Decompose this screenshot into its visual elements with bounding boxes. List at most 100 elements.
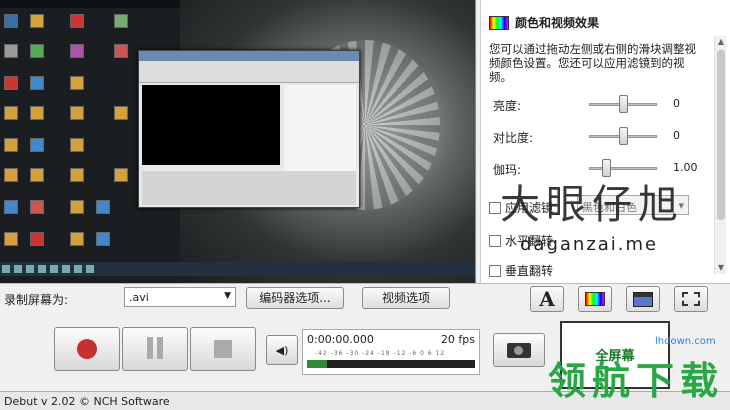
text-overlay-button[interactable]: A [530,286,564,312]
gamma-slider[interactable] [602,159,611,177]
status-bar-text: Debut v 2.02 © NCH Software [4,395,170,408]
flip-vertical-row[interactable]: 垂直翻转 [489,262,553,279]
filter-select[interactable]: 黑色和白色 ▾ [577,195,689,215]
flip-horizontal-row[interactable]: 水平翻转 [489,232,553,249]
desktop-icon [70,168,84,182]
color-effects-icon [489,15,509,30]
nested-toolbar [139,61,359,83]
fullscreen-button[interactable]: 全屏幕 [560,321,670,389]
color-effects-icon [585,292,605,306]
effects-title: 颜色和视频效果 [515,16,600,30]
apply-filter-row[interactable]: 应用滤镜 [489,199,553,216]
desktop-icon [70,14,84,28]
speaker-icon: ◀) [275,343,289,357]
recording-controls: ◀) 0:00:00.000 20 fps -42 -36 -30 -24 -1… [0,313,730,391]
stop-icon [214,340,232,358]
brightness-slider[interactable] [619,95,628,113]
meter-scale: -42 -36 -30 -24 -18 -12 -6 0 6 12 [315,350,446,357]
effects-scrollbar[interactable]: ▲ ▼ [714,36,726,274]
desktop-icon [96,232,110,246]
desktop-icon [30,14,44,28]
desktop-icon [30,106,44,120]
record-button[interactable] [54,327,120,371]
snapshot-button[interactable] [493,333,545,367]
effects-panel: 颜色和视频效果 您可以通过拖动左侧或右侧的滑块调整视频颜色设置。您还可以应用滤镜… [480,0,730,283]
pause-button[interactable] [122,327,188,371]
flip-horizontal-checkbox[interactable] [489,234,501,247]
chevron-down-icon: ▾ [678,199,684,212]
nested-video [142,85,280,165]
pause-icon [145,336,165,362]
scroll-up-icon[interactable]: ▲ [715,36,727,48]
video-options-button[interactable]: 视频选项 [362,287,450,309]
contrast-slider[interactable] [619,127,628,145]
taskbar-icon [74,265,82,273]
desktop-icon [30,44,44,58]
frame-rate: 20 fps [440,333,475,346]
contrast-row: 对比度: 0 [493,126,693,146]
recording-status: 0:00:00.000 20 fps -42 -36 -30 -24 -18 -… [302,329,480,375]
taskbar-icon [2,265,10,273]
taskbar-icon [14,265,22,273]
apply-filter-checkbox[interactable] [489,201,501,214]
record-options-bar: 录制屏幕为: .avi ▼ 编码器选项... 视频选项 A [0,283,730,313]
desktop-icon [70,200,84,214]
brightness-value: 0 [673,97,680,110]
desktop-icon [4,76,18,90]
select-region-button[interactable] [674,286,708,312]
brightness-label: 亮度: [493,99,522,113]
desktop-icon [4,106,18,120]
volume-button[interactable]: ◀) [266,335,298,365]
format-select[interactable]: .avi ▼ [124,287,236,307]
desktop-icon [70,138,84,152]
audio-level-meter [307,360,475,368]
text-overlay-icon: A [539,287,555,311]
desktop-icon [4,138,18,152]
flip-vertical-checkbox[interactable] [489,264,501,277]
video-effects-button[interactable] [626,286,660,312]
color-effects-button[interactable] [578,286,612,312]
debut-window: 颜色和视频效果 您可以通过拖动左侧或右侧的滑块调整视频颜色设置。您还可以应用滤镜… [0,0,730,410]
desktop-icon [30,138,44,152]
filter-select-value: 黑色和白色 [582,201,637,214]
desktop-icon [4,200,18,214]
stop-button[interactable] [190,327,256,371]
effects-description: 您可以通过拖动左侧或右侧的滑块调整视频颜色设置。您还可以应用滤镜到的视频。 [489,42,696,84]
taskbar-icon [26,265,34,273]
desktop-icon [114,14,128,28]
audio-level-fill [307,360,328,368]
gamma-track[interactable] [589,167,657,170]
format-value: .avi [129,291,149,304]
encoder-options-button[interactable]: 编码器选项... [246,287,344,309]
video-preview [0,0,476,283]
desktop-icon [96,200,110,214]
elapsed-time: 0:00:00.000 [307,333,374,346]
taskbar-icon [50,265,58,273]
desktop-icon [114,106,128,120]
gamma-row: 伽玛: 1.00 [493,158,698,178]
desktop-icon [4,168,18,182]
gamma-label: 伽玛: [493,163,522,177]
desktop-icon [4,44,18,58]
desktop-icon [30,200,44,214]
desktop-icon [30,232,44,246]
scroll-thumb[interactable] [717,50,725,220]
desktop-icon [70,106,84,120]
desktop-icon [70,76,84,90]
desktop-taskbar [0,262,475,276]
nested-debut-window [138,50,360,208]
taskbar-icon [86,265,94,273]
nested-title-bar [139,51,359,61]
scroll-down-icon[interactable]: ▼ [715,262,727,274]
brightness-row: 亮度: 0 [493,94,693,114]
gamma-value: 1.00 [673,161,698,174]
record-icon [77,339,97,359]
chevron-down-icon: ▼ [224,291,231,301]
effects-header: 颜色和视频效果 [489,14,599,31]
record-as-label: 录制屏幕为: [4,293,69,307]
desktop-icon [114,168,128,182]
camera-icon [507,342,531,358]
contrast-value: 0 [673,129,680,142]
flip-vertical-label: 垂直翻转 [505,264,554,278]
desktop-icon [4,232,18,246]
